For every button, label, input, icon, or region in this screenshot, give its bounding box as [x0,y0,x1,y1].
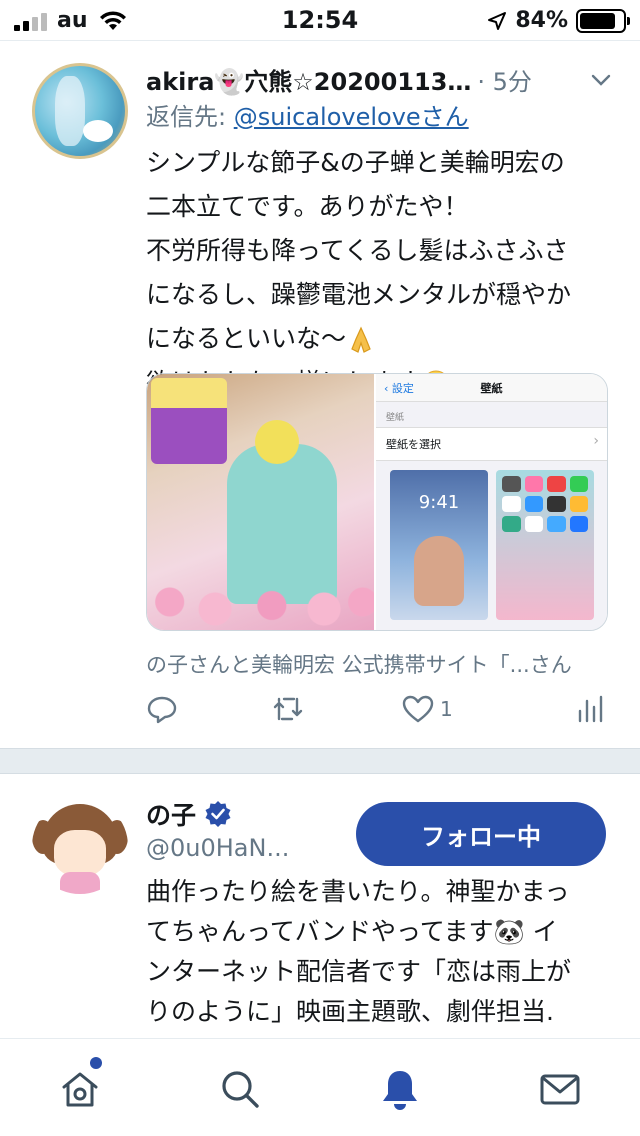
homescreen-preview [496,470,595,620]
user-name-row: の子 [146,796,232,832]
retweet-button[interactable] [272,693,304,725]
user-bio: 曲作ったり絵を書いたり。神聖かまっ てちゃんってバンドやってます🐼 イ ンターネ… [146,877,580,1038]
tab-bar [0,1038,640,1136]
tweet[interactable]: akira👻穴熊☆20200113… · 5分 返信先: @suicalovel… [0,40,640,748]
ios-screen-title: 壁紙 [480,381,503,395]
ios-row-choose-wallpaper: 壁紙を選択 [376,427,607,461]
location-arrow-icon [488,11,507,30]
mail-icon [540,1074,580,1105]
reply-to-link[interactable]: @suicaloveloveさん [234,103,469,131]
bell-icon [383,1071,417,1110]
tab-search[interactable] [218,1067,262,1111]
avatar[interactable] [32,798,128,894]
like-count: 1 [440,697,453,721]
section-divider [0,748,640,774]
tweet-text: シンプルな節子&の子蝉と美輪明宏の 二本立てです。ありがたや！ 不労所得も降って… [146,141,606,405]
chevron-down-icon[interactable] [590,69,612,91]
home-icon [62,1072,98,1107]
tweet-actions: 1 [146,693,603,733]
card-link-text[interactable]: の子さんと美輪明宏 公式携帯サイト「...さん [146,649,572,679]
tweet-header: akira👻穴熊☆20200113… · 5分 [146,59,616,99]
status-bar: au 12:54 84% [0,0,640,40]
ios-section-label: 壁紙 [386,413,405,423]
battery-percent: 84% [515,8,568,33]
user-card[interactable]: の子 @0u0HaN... フォロー中 曲作ったり絵を書いたり。神聖かまっ てち… [0,774,640,1038]
tweet-text-main: シンプルな節子&の子蝉と美輪明宏の 二本立てです。ありがたや！ 不労所得も降って… [146,148,572,353]
notification-dot [90,1057,102,1069]
reply-button[interactable] [146,693,178,725]
lockscreen-preview: 9:41 [390,470,489,620]
user-handle: @0u0HaN... [146,834,290,862]
tweet-author-name[interactable]: akira👻穴熊☆20200113… [146,62,471,97]
reply-prefix: 返信先: [146,103,227,131]
media-photo[interactable] [147,374,375,630]
verified-badge-icon [205,801,231,827]
tweet-media[interactable]: ‹ 設定 壁紙 壁紙 壁紙を選択 9:41 [146,373,608,631]
reply-to: 返信先: @suicaloveloveさん [146,97,469,132]
media-screenshot[interactable]: ‹ 設定 壁紙 壁紙 壁紙を選択 9:41 [374,374,607,630]
tab-notifications[interactable] [378,1067,422,1111]
tab-home[interactable] [58,1067,102,1111]
analytics-button[interactable] [574,693,606,725]
search-icon [222,1071,259,1108]
reply-icon [147,696,177,724]
following-button[interactable]: フォロー中 [356,802,606,866]
like-button[interactable]: 1 [402,693,453,725]
tab-messages[interactable] [538,1067,582,1111]
retweet-icon [273,697,303,721]
folded-hands-icon [351,326,371,353]
heart-icon [402,695,434,723]
battery-icon [576,8,630,33]
user-name[interactable]: の子 [146,796,196,832]
avatar[interactable] [32,63,128,159]
tweet-timestamp: · 5分 [477,67,532,96]
analytics-icon [578,695,603,723]
